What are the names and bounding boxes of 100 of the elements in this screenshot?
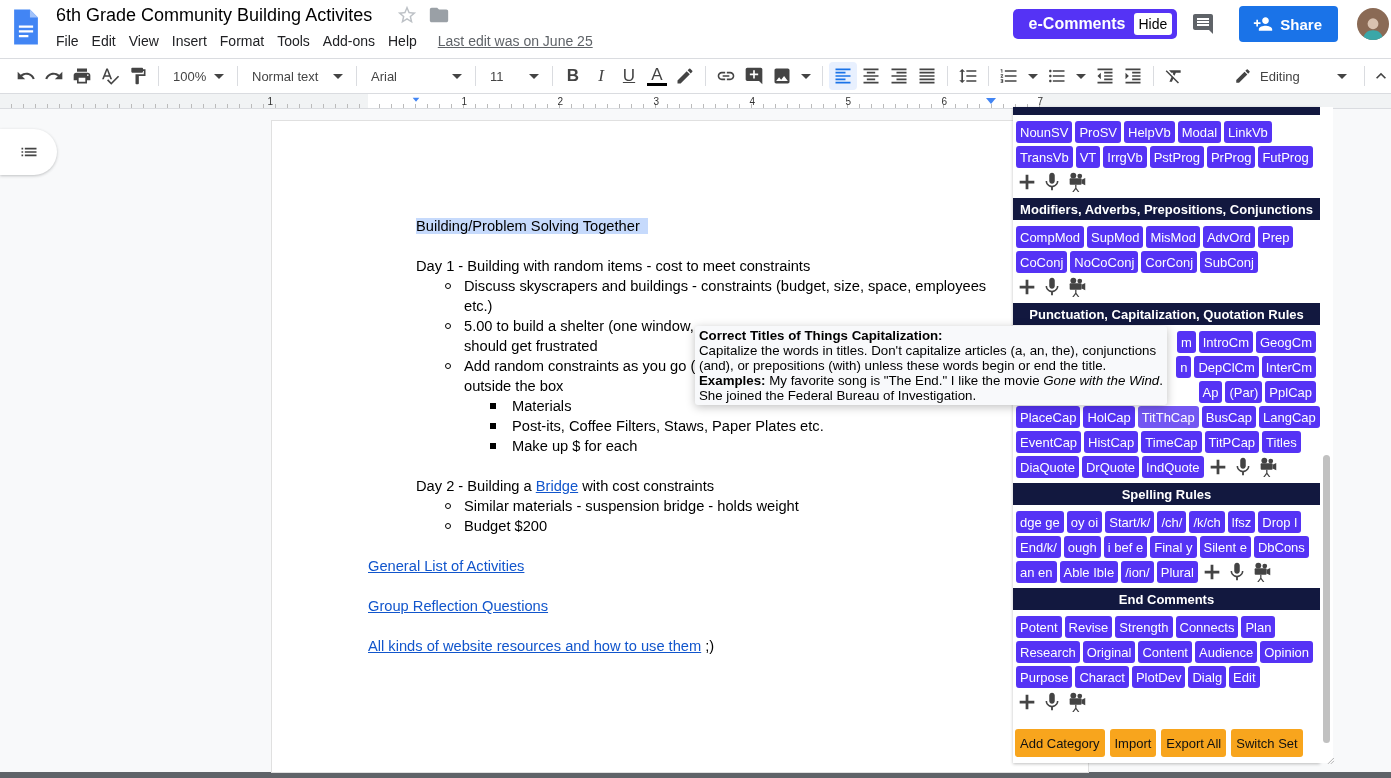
link[interactable]: All kinds of website resources and how to use them <box>368 638 702 654</box>
link[interactable]: General List of Activities <box>368 558 525 574</box>
add-comment-icon[interactable] <box>744 66 764 86</box>
comment-button[interactable]: PplCap <box>1265 381 1316 403</box>
comment-button[interactable]: TransVb <box>1016 146 1073 168</box>
style-dropdown[interactable]: Normal text <box>244 62 350 90</box>
paint-format-icon[interactable] <box>128 66 148 86</box>
comment-button[interactable]: End/k/ <box>1016 536 1061 558</box>
menu-item[interactable]: Insert <box>171 33 207 49</box>
comment-button[interactable]: dge ge <box>1016 511 1064 533</box>
document-title[interactable]: 6th Grade Community Building Activites <box>56 4 373 26</box>
comment-button[interactable]: LangCap <box>1258 406 1320 428</box>
comment-button[interactable]: Audience <box>1195 641 1258 663</box>
menu-item[interactable]: View <box>128 33 159 49</box>
comment-button[interactable]: Silent e <box>1199 536 1251 558</box>
comment-button[interactable]: FutProg <box>1258 146 1313 168</box>
last-edit-link[interactable]: Last edit was on June 25 <box>437 33 593 49</box>
comment-button[interactable]: /k/ch <box>1189 511 1225 533</box>
comment-button[interactable]: HelpVb <box>1124 121 1175 143</box>
comment-button[interactable]: Opinion <box>1260 641 1313 663</box>
comment-button[interactable]: Content <box>1138 641 1192 663</box>
comment-button[interactable]: Prep <box>1258 226 1294 248</box>
align-justify-icon[interactable] <box>917 66 937 86</box>
comment-button[interactable]: DiaQuote <box>1016 456 1079 478</box>
comment-button[interactable]: Connects <box>1175 616 1239 638</box>
comment-button[interactable]: Strength <box>1115 616 1173 638</box>
caret-icon[interactable] <box>1028 73 1038 79</box>
increase-indent-icon[interactable] <box>1123 66 1143 86</box>
comment-button[interactable]: TitThCap <box>1137 406 1199 428</box>
comment-button[interactable]: CorConj <box>1141 251 1198 273</box>
comment-button[interactable]: SupMod <box>1086 226 1144 248</box>
menu-item[interactable]: Help <box>388 33 417 49</box>
comment-button[interactable]: TimeCap <box>1141 431 1202 453</box>
bold-button[interactable]: B <box>559 62 587 90</box>
comment-button[interactable]: lfsz <box>1227 511 1256 533</box>
comment-button[interactable]: DbCons <box>1253 536 1309 558</box>
comment-button[interactable]: NounSV <box>1016 121 1073 143</box>
comment-button[interactable]: Purpose <box>1016 666 1073 688</box>
font-size-dropdown[interactable]: 11 <box>482 62 546 90</box>
comment-button[interactable]: (Par) <box>1225 381 1263 403</box>
comment-button[interactable]: Able Ible <box>1059 561 1119 583</box>
comment-button[interactable]: PlotDev <box>1131 666 1186 688</box>
document-outline-button[interactable] <box>0 129 57 175</box>
comment-button[interactable]: n <box>1176 356 1192 378</box>
star-icon[interactable] <box>396 4 419 26</box>
comment-button[interactable]: Drop l <box>1258 511 1302 533</box>
comment-button[interactable]: Revise <box>1064 616 1113 638</box>
print-icon[interactable] <box>72 66 92 86</box>
comment-button[interactable]: SubConj <box>1200 251 1258 273</box>
link[interactable]: Bridge <box>535 478 579 494</box>
comment-button[interactable]: Final y <box>1150 536 1197 558</box>
comment-button[interactable]: VT <box>1075 146 1101 168</box>
comment-button[interactable]: an en <box>1016 561 1057 583</box>
comment-button[interactable]: Modal <box>1177 121 1222 143</box>
underline-button[interactable]: U <box>615 62 643 90</box>
comment-button[interactable]: HistCap <box>1084 431 1139 453</box>
comment-button[interactable]: InterCm <box>1261 356 1316 378</box>
caret-icon[interactable] <box>1076 73 1086 79</box>
comment-button[interactable]: Plan <box>1241 616 1276 638</box>
align-center-icon[interactable] <box>861 66 881 86</box>
editing-mode-dropdown[interactable]: Editing <box>1226 62 1358 90</box>
numbered-list-icon[interactable] <box>999 66 1019 86</box>
comment-button[interactable]: CoConj <box>1016 251 1068 273</box>
document-icon[interactable] <box>12 8 40 46</box>
comment-button[interactable]: IntroCm <box>1198 331 1253 353</box>
action-button[interactable]: Import <box>1109 729 1157 757</box>
image-icon[interactable] <box>772 66 792 86</box>
action-button[interactable]: Add Category <box>1015 729 1105 757</box>
comment-button[interactable]: PrProg <box>1206 146 1256 168</box>
comment-button[interactable]: IrrgVb <box>1103 146 1147 168</box>
comment-button[interactable]: HolCap <box>1083 406 1135 428</box>
comment-button[interactable]: IndQuote <box>1142 456 1204 478</box>
menu-item[interactable]: File <box>56 33 79 49</box>
comment-button[interactable]: EventCap <box>1016 431 1082 453</box>
comment-button[interactable]: Original <box>1082 641 1136 663</box>
menu-item[interactable]: Tools <box>277 33 310 49</box>
comment-button[interactable]: i bef e <box>1103 536 1148 558</box>
zoom-dropdown[interactable]: 100% <box>165 62 231 90</box>
align-left-icon[interactable] <box>833 66 853 86</box>
comment-icon[interactable] <box>1191 12 1216 36</box>
spellcheck-icon[interactable] <box>100 66 120 86</box>
comment-button[interactable]: ProSV <box>1075 121 1121 143</box>
menu-item[interactable]: Edit <box>91 33 116 49</box>
comment-button[interactable]: Edit <box>1229 666 1260 688</box>
font-dropdown[interactable]: Arial <box>363 62 469 90</box>
comment-button[interactable]: MisMod <box>1146 226 1200 248</box>
comment-button[interactable]: Plural <box>1156 561 1198 583</box>
caret-icon[interactable] <box>801 73 811 79</box>
comment-button[interactable]: Titles <box>1262 431 1301 453</box>
comment-button[interactable]: ough <box>1063 536 1101 558</box>
menu-item[interactable]: Format <box>219 33 265 49</box>
decrease-indent-icon[interactable] <box>1095 66 1115 86</box>
link[interactable]: Group Reflection Questions <box>368 598 549 614</box>
comment-button[interactable]: Ap <box>1198 381 1223 403</box>
comment-button[interactable]: Charact <box>1075 666 1129 688</box>
comment-button[interactable]: PlaceCap <box>1016 406 1081 428</box>
comment-button[interactable]: Research <box>1016 641 1080 663</box>
text-color-button[interactable]: A <box>643 62 671 90</box>
comment-button[interactable]: m <box>1176 331 1196 353</box>
share-button[interactable]: Share <box>1239 6 1338 42</box>
